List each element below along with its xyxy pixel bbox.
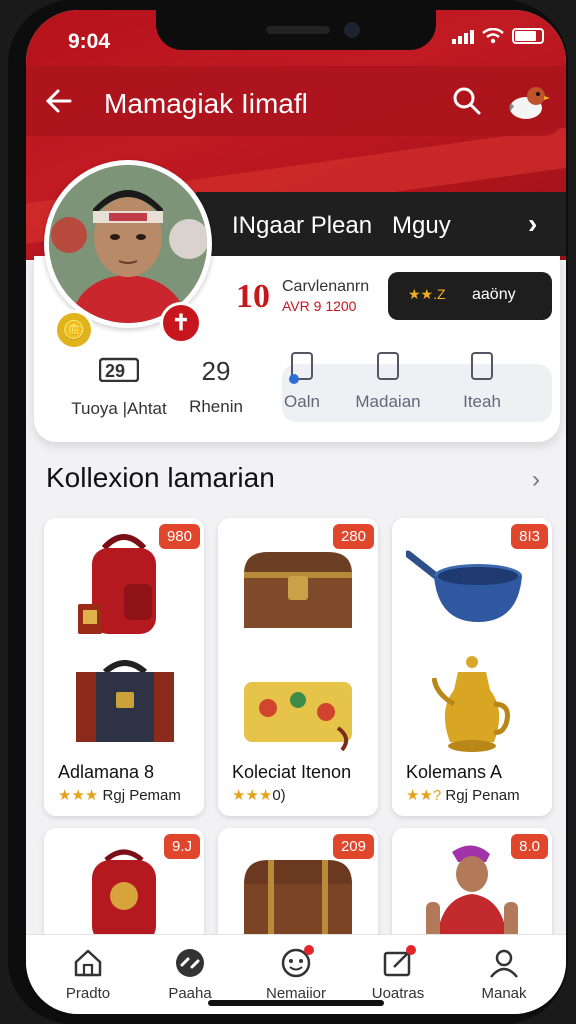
section-title: Kollexion lamarian [46,462,275,493]
star-rating-icon: ★★★ [58,787,99,804]
status-icons [452,28,544,44]
page-title: Mamagiak Iimafl [104,88,308,119]
nav-item-play[interactable]: Paaha [140,947,240,1002]
nav-label: Pradto [65,985,111,1002]
collection-card[interactable]: 980 Adlamana 8 ★★★ Rgj Pemam [44,518,204,816]
card-meta-text: Rgj Pemam [102,787,181,804]
back-arrow-icon[interactable] [44,86,74,122]
red-backpack-icon [78,534,156,634]
search-icon[interactable] [452,86,482,116]
stat-items[interactable]: 29 Tuoya |Ahtat [64,356,174,419]
collection-card[interactable]: 280 Koleciat Itenon ★★★0) [218,518,378,816]
fighter-icon [426,845,518,948]
stat-value-icon: 29 [64,356,174,389]
nav-item-updates[interactable]: Uoatras [348,945,448,1002]
player-name: INgaar Plean [232,212,373,239]
stat-label: Tuoya |Ahtat [71,399,167,418]
collection-card[interactable]: 9.J [44,828,204,948]
achievement-badge-icon[interactable]: 🪙 [54,310,94,350]
avatar-photo [49,165,207,323]
painted-box-icon [244,682,352,752]
rating-stars-icon: ★★.Z [408,286,446,302]
collection-card[interactable]: 8I3 Kolemans A ★★? Rgj Penam [392,518,552,816]
chevron-right-icon[interactable]: › [532,466,540,494]
action-label: Iteah [463,392,501,411]
blue-pot-icon [406,550,522,622]
rating-label: aaöny [472,286,516,303]
price-badge: 9.J [163,834,200,859]
document-icon [377,352,399,380]
star-rating-icon: ★★? [406,787,442,804]
stat-ranking[interactable]: 29 Rhenin [176,356,256,417]
level-subtitle: AVR 9 1200 [282,298,357,314]
svg-text:29: 29 [105,361,125,381]
leather-satchel-icon [76,660,174,742]
card-title: Adlamana 8 [58,762,155,782]
nav-item-profile[interactable]: Manak [454,947,554,1002]
rating-button[interactable]: ★★.Z aaöny [388,272,552,320]
status-time: 9:04 [68,30,111,53]
card-meta: ★★★0) [232,786,286,804]
nav-item-friends[interactable]: Nemaiior [246,945,346,1002]
notification-dot [406,945,416,955]
home-icon [72,947,104,979]
level-number: 10 [236,278,270,315]
stat-label: Rhenin [189,397,243,416]
collection-card[interactable]: 8.0 [392,828,552,948]
action-oaln[interactable]: Oaln [262,352,342,412]
controller-icon [174,947,206,979]
battery-icon [512,28,544,44]
star-rating-icon: ★★★ [232,787,273,804]
user-icon [488,947,520,979]
bird-mascot-icon[interactable] [506,82,550,122]
wifi-icon [482,28,504,44]
name-banner[interactable]: INgaar Plean Mguy › [196,192,566,256]
card-meta-text: Rgj Penam [445,787,520,804]
wooden-chest-icon [244,552,352,628]
action-iteah[interactable]: Iteah [442,352,522,412]
nav-label: Manak [481,985,527,1002]
club-badge-icon[interactable]: ✝ [160,302,202,344]
golden-teapot-icon [432,656,510,752]
top-bar: Mamagiak Iimafl [26,66,566,136]
signal-icon [452,28,474,44]
face-icon [280,945,314,979]
nav-item-home[interactable]: Pradto [38,947,138,1002]
phone-icon [289,352,313,384]
notch [156,10,436,50]
card-meta: ★★★ Rgj Pemam [58,786,181,804]
card-meta: ★★? Rgj Penam [406,786,520,804]
brown-chest-icon [244,860,352,938]
phone-frame: 9:04 Mamagiak Iimafl INgaar Plean Mguy › [8,0,568,1024]
notification-dot [304,945,314,955]
stat-value: 29 [201,356,231,386]
action-label: Madaian [355,392,421,411]
red-backpack-icon [92,849,156,944]
card-title: Koleciat Itenon [232,762,352,782]
edit-icon [382,945,416,979]
level-name: Carvlenanrn [282,278,370,295]
card-title: Kolemans A [406,762,503,782]
collection-card[interactable]: 209 [218,828,378,948]
app-screen: 9:04 Mamagiak Iimafl INgaar Plean Mguy › [26,10,566,1014]
player-tag: Mguy [392,212,451,239]
item-icon [471,352,493,380]
card-meta-text: 0) [272,787,286,804]
home-indicator [208,1000,384,1006]
action-madaian[interactable]: Madaian [346,352,430,412]
chevron-right-icon: › [528,208,538,239]
action-label: Oaln [284,392,320,411]
